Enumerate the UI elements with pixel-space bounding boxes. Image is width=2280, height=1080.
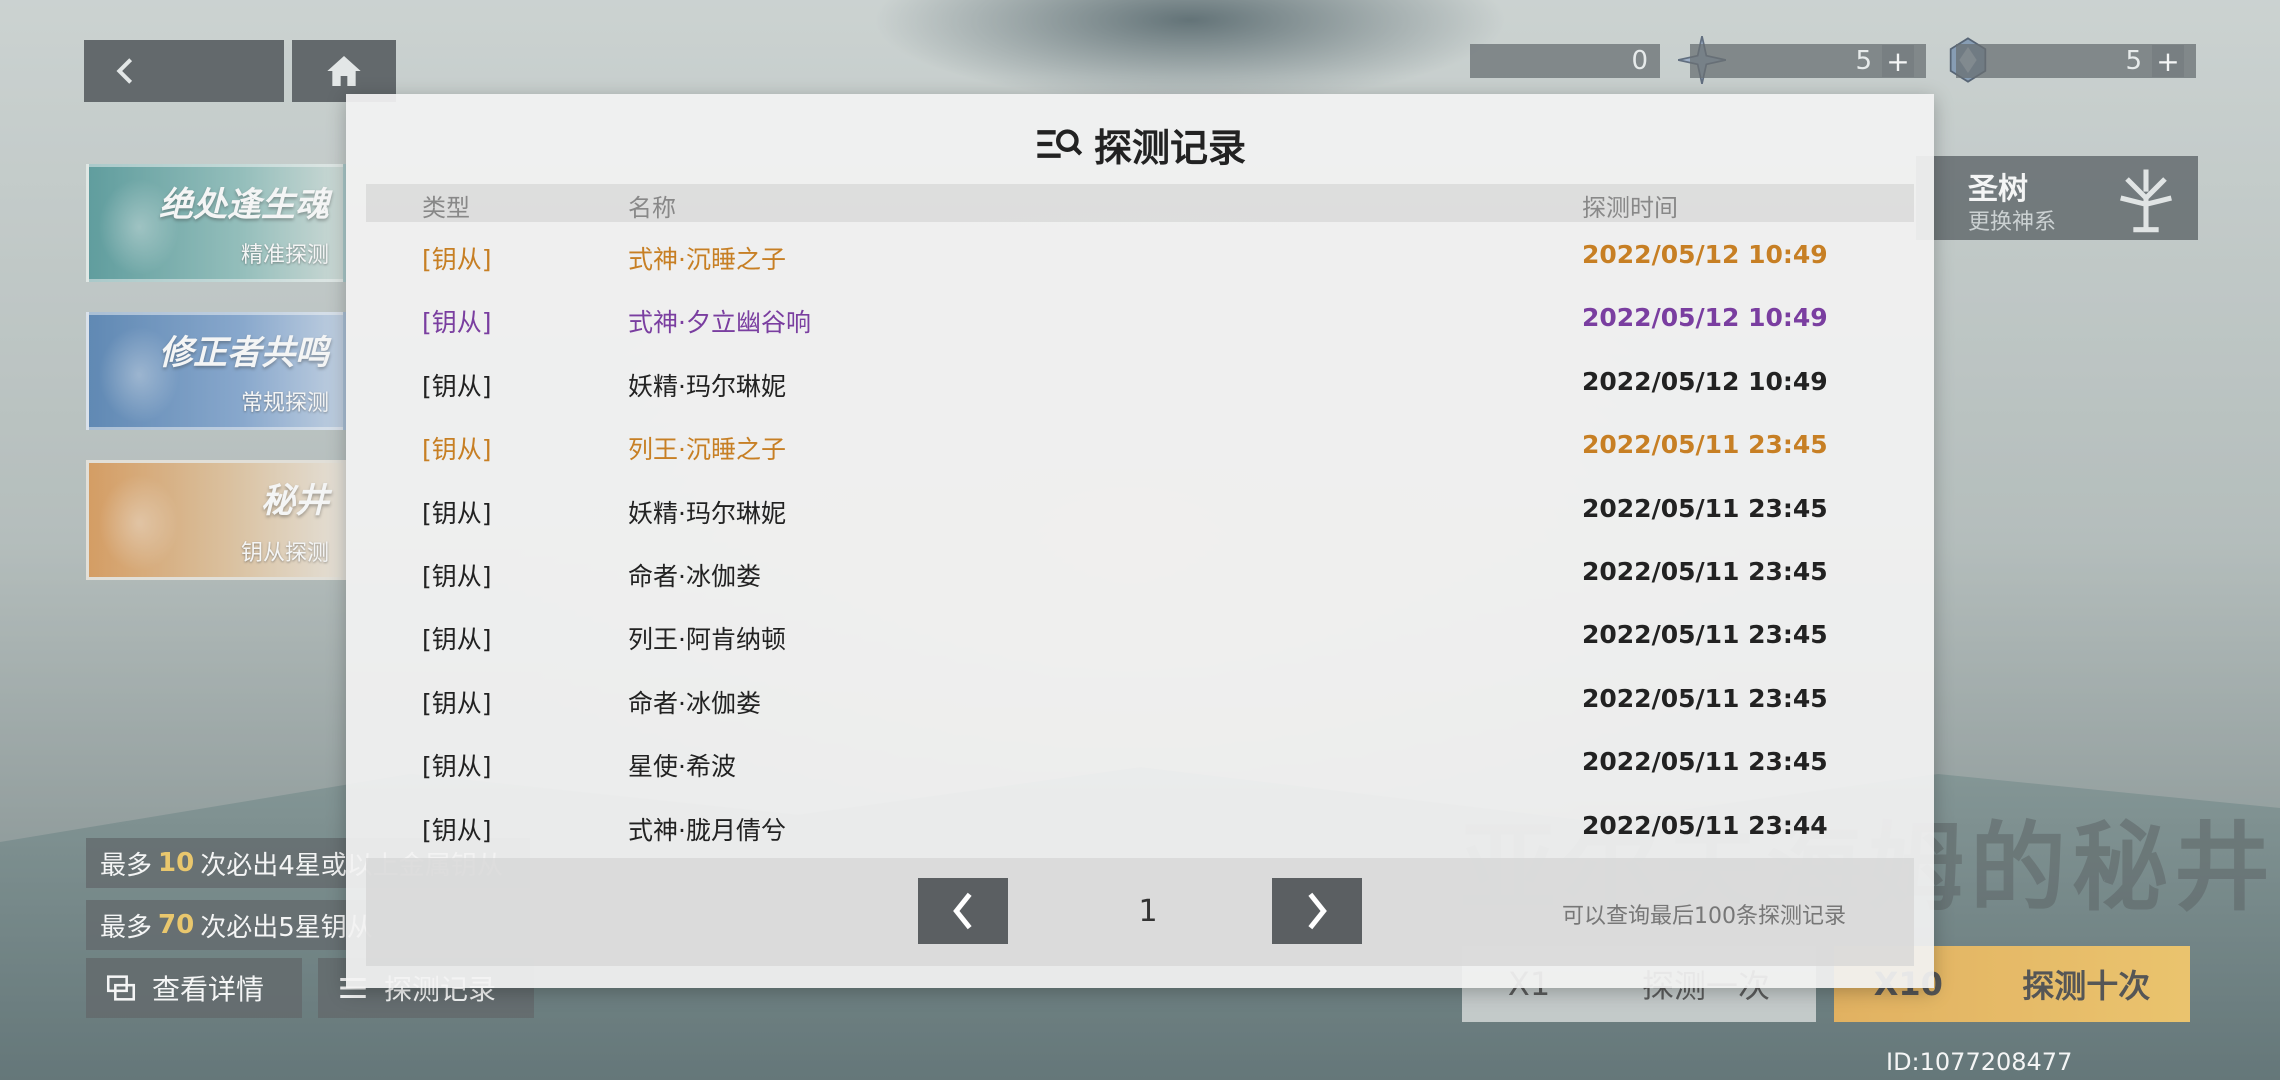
table-header: 类型 名称 探测时间: [366, 184, 1914, 222]
record-name: 列王·沉睡之子: [628, 435, 786, 465]
modal-title: 探测记录: [1093, 125, 1246, 170]
record-type: [钥从]: [422, 561, 492, 591]
column-name: 名称: [628, 194, 676, 222]
page-number: 1: [1138, 894, 1158, 929]
table-row: [钥从] 列王·阿肯纳顿 2022/05/11 23:45: [366, 604, 1914, 667]
table-row: [钥从] 妖精·玛尔琳妮 2022/05/12 10:49: [366, 351, 1914, 414]
prev-page-button[interactable]: [918, 878, 1008, 944]
record-name: 星使·希波: [628, 752, 736, 782]
record-list: [钥从] 式神·沉睡之子 2022/05/12 10:49 [钥从] 式神·夕立幽谷响 2…: [366, 224, 1914, 858]
record-name: 式神·胧月倩兮: [628, 815, 786, 845]
record-time: 2022/05/11 23:45: [1582, 683, 1828, 713]
record-name: 妖精·玛尔琳妮: [628, 498, 786, 528]
record-name: 列王·阿肯纳顿: [628, 625, 786, 655]
table-row: [钥从] 列王·沉睡之子 2022/05/11 23:45: [366, 414, 1914, 477]
record-time: 2022/05/11 23:45: [1582, 430, 1828, 460]
record-type: [钥从]: [422, 308, 492, 338]
record-time: 2022/05/11 23:45: [1582, 620, 1828, 650]
record-time: 2022/05/11 23:45: [1582, 747, 1828, 777]
record-limit-hint: 可以查询最后100条探测记录: [1562, 904, 1846, 929]
pagination-bar: 1 可以查询最后100条探测记录: [366, 858, 1914, 966]
modal-header: 探测记录: [346, 114, 1934, 174]
record-type: [钥从]: [422, 371, 492, 401]
record-time: 2022/05/11 23:45: [1582, 493, 1828, 523]
record-type: [钥从]: [422, 498, 492, 528]
record-type: [钥从]: [422, 752, 492, 782]
record-time: 2022/05/12 10:49: [1582, 366, 1828, 396]
column-type: 类型: [422, 194, 470, 222]
record-time: 2022/05/12 10:49: [1582, 240, 1828, 269]
record-time: 2022/05/11 23:44: [1582, 810, 1828, 840]
table-row: [钥从] 式神·夕立幽谷响 2022/05/12 10:49: [366, 287, 1914, 350]
record-name: 命者·冰伽娄: [628, 688, 761, 718]
table-row: [钥从] 妖精·玛尔琳妮 2022/05/11 23:45: [366, 478, 1914, 541]
record-time: 2022/05/12 10:49: [1582, 303, 1828, 333]
detect-record-modal: 探测记录 类型 名称 探测时间 [钥从] 式神·沉睡之子 2022/05/12 10…: [346, 94, 1934, 988]
record-type: [钥从]: [422, 688, 492, 718]
record-name: 命者·冰伽娄: [628, 561, 761, 591]
record-type: [钥从]: [422, 815, 492, 845]
table-row: [钥从] 式神·沉睡之子 2022/05/12 10:49: [366, 224, 1914, 287]
table-row: [钥从] 星使·希波 2022/05/11 23:45: [366, 731, 1914, 794]
record-type: [钥从]: [422, 625, 492, 655]
list-search-icon: [1037, 129, 1083, 158]
table-row: [钥从] 命者·冰伽娄 2022/05/11 23:45: [366, 541, 1914, 604]
chevron-right-icon: [1308, 892, 1327, 930]
chevron-left-icon: [953, 892, 972, 930]
record-name: 式神·沉睡之子: [628, 245, 786, 274]
record-time: 2022/05/11 23:45: [1582, 556, 1828, 586]
column-time: 探测时间: [1582, 194, 1678, 222]
next-page-button[interactable]: [1272, 878, 1362, 944]
table-row: [钥从] 命者·冰伽娄 2022/05/11 23:45: [366, 668, 1914, 731]
record-name: 妖精·玛尔琳妮: [628, 371, 786, 401]
record-name: 式神·夕立幽谷响: [628, 308, 811, 338]
table-row: [钥从] 式神·胧月倩兮 2022/05/11 23:44: [366, 795, 1914, 858]
record-type: [钥从]: [422, 435, 492, 465]
record-type: [钥从]: [422, 245, 492, 274]
